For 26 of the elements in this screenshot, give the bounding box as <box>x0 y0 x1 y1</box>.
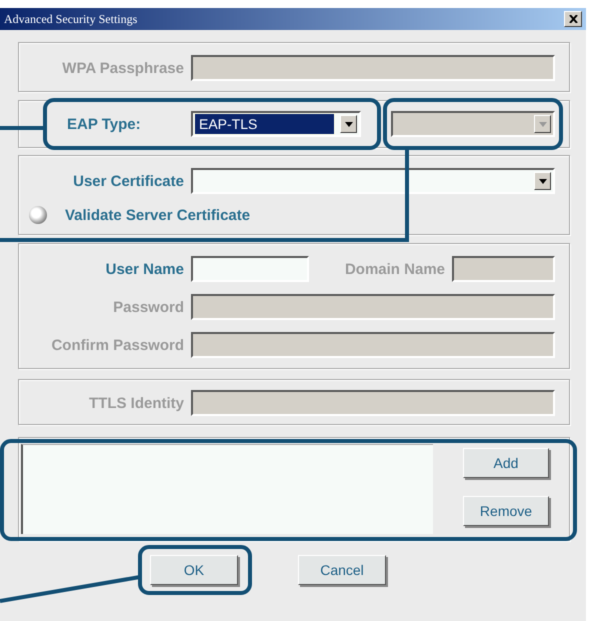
field-label: TTLS Identity <box>88 394 184 412</box>
field-label: WPA Passphrase <box>61 60 184 76</box>
field-label: User Name <box>104 260 184 278</box>
window-title: Advanced Security Settings <box>4 12 138 26</box>
field-label: Password <box>112 298 184 316</box>
close-button[interactable] <box>564 11 582 27</box>
caret-icon <box>344 122 352 126</box>
field-label: Domain Name <box>344 260 445 278</box>
radio-button[interactable] <box>29 206 47 224</box>
dropdown-button[interactable] <box>534 172 551 190</box>
dropdown-button[interactable] <box>340 115 357 133</box>
leader-line <box>0 126 45 130</box>
caret-icon <box>538 122 546 126</box>
field-label: EAP Type: <box>67 116 142 132</box>
list-button[interactable]: Add <box>463 448 549 478</box>
close-icon <box>568 15 578 23</box>
dropdown-field[interactable]: EAP-TLS <box>191 111 361 137</box>
text-field[interactable] <box>191 256 309 282</box>
field-label: User Certificate <box>72 172 184 190</box>
caret-icon <box>538 178 546 184</box>
dropdown-field[interactable] <box>191 168 555 194</box>
dialog-button[interactable]: Cancel <box>298 555 386 585</box>
list-button[interactable]: Remove <box>463 496 549 526</box>
dialog-button[interactable]: OK <box>150 555 238 585</box>
field-label: Confirm Password <box>50 336 184 354</box>
radio-label: Validate Server Certificate <box>65 206 250 224</box>
